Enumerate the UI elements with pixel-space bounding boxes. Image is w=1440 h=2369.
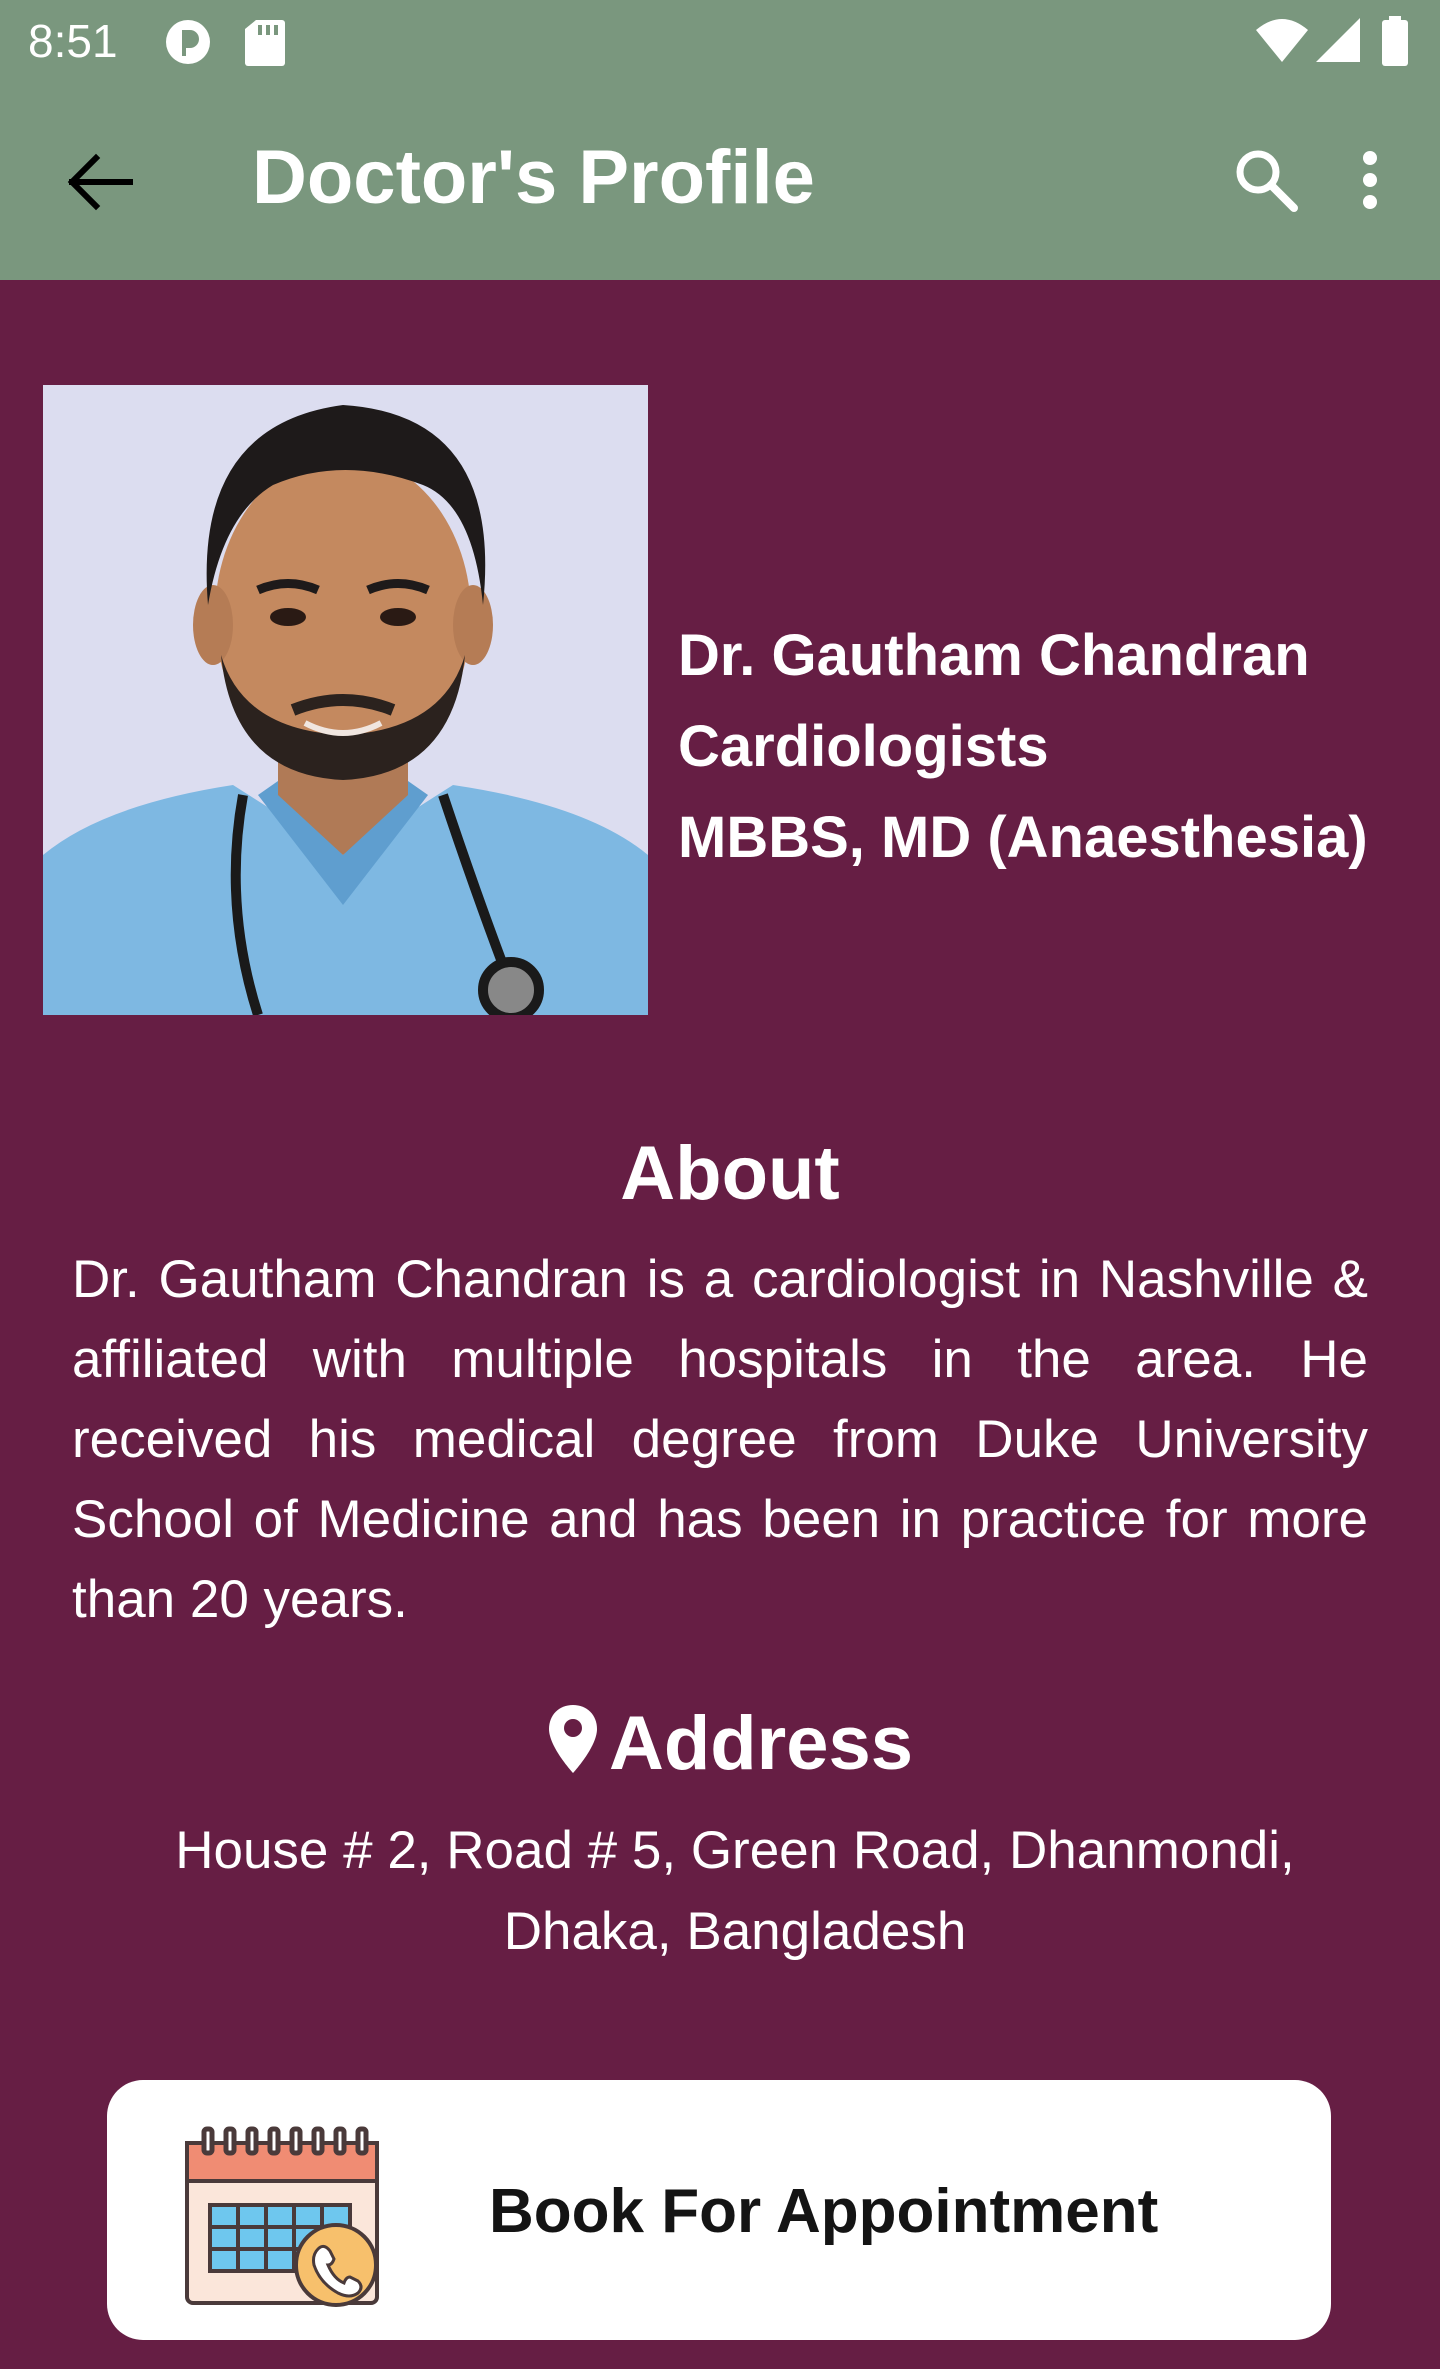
app-bar: Doctor's Profile <box>0 84 1440 280</box>
address-title-label: Address <box>608 1701 914 1786</box>
calendar-phone-icon <box>182 2125 382 2315</box>
search-icon[interactable] <box>1230 144 1302 221</box>
doctor-name: Dr. Gautham Chandran <box>678 623 1310 688</box>
sd-card-icon <box>244 16 286 73</box>
doctor-degrees: MBBS, MD (Anaesthesia) <box>678 805 1368 870</box>
book-appointment-button[interactable]: Book For Appointment <box>107 2080 1331 2340</box>
wifi-icon <box>1254 16 1310 69</box>
address-line-1: House # 2, Road # 5, Green Road, Dhanmon… <box>175 1821 1295 1880</box>
battery-icon <box>1380 16 1410 73</box>
address-line-2: Dhaka, Bangladesh <box>503 1902 967 1961</box>
page-title: Doctor's Profile <box>252 135 815 220</box>
doctor-photo <box>43 385 648 1015</box>
more-vert-icon[interactable] <box>1352 144 1388 221</box>
doctor-specialty: Cardiologists <box>678 714 1049 779</box>
book-appointment-label: Book For Appointment <box>489 2177 1159 2246</box>
data-saver-icon <box>162 16 214 73</box>
location-pin-icon <box>548 1705 597 1773</box>
address-heading: Address <box>0 1700 1440 1787</box>
status-bar: 8:51 <box>0 0 1440 84</box>
status-time: 8:51 <box>28 15 118 67</box>
about-heading: About <box>620 1131 840 1216</box>
back-arrow-icon[interactable] <box>60 150 136 219</box>
address-text: House # 2, Road # 5, Green Road, Dhanmon… <box>100 1810 1370 1972</box>
cell-signal-icon <box>1314 16 1362 69</box>
about-text: Dr. Gautham Chandran is a cardiologist i… <box>72 1250 1368 1629</box>
doctor-info: Dr. Gautham Chandran Cardiologists MBBS,… <box>678 610 1418 883</box>
